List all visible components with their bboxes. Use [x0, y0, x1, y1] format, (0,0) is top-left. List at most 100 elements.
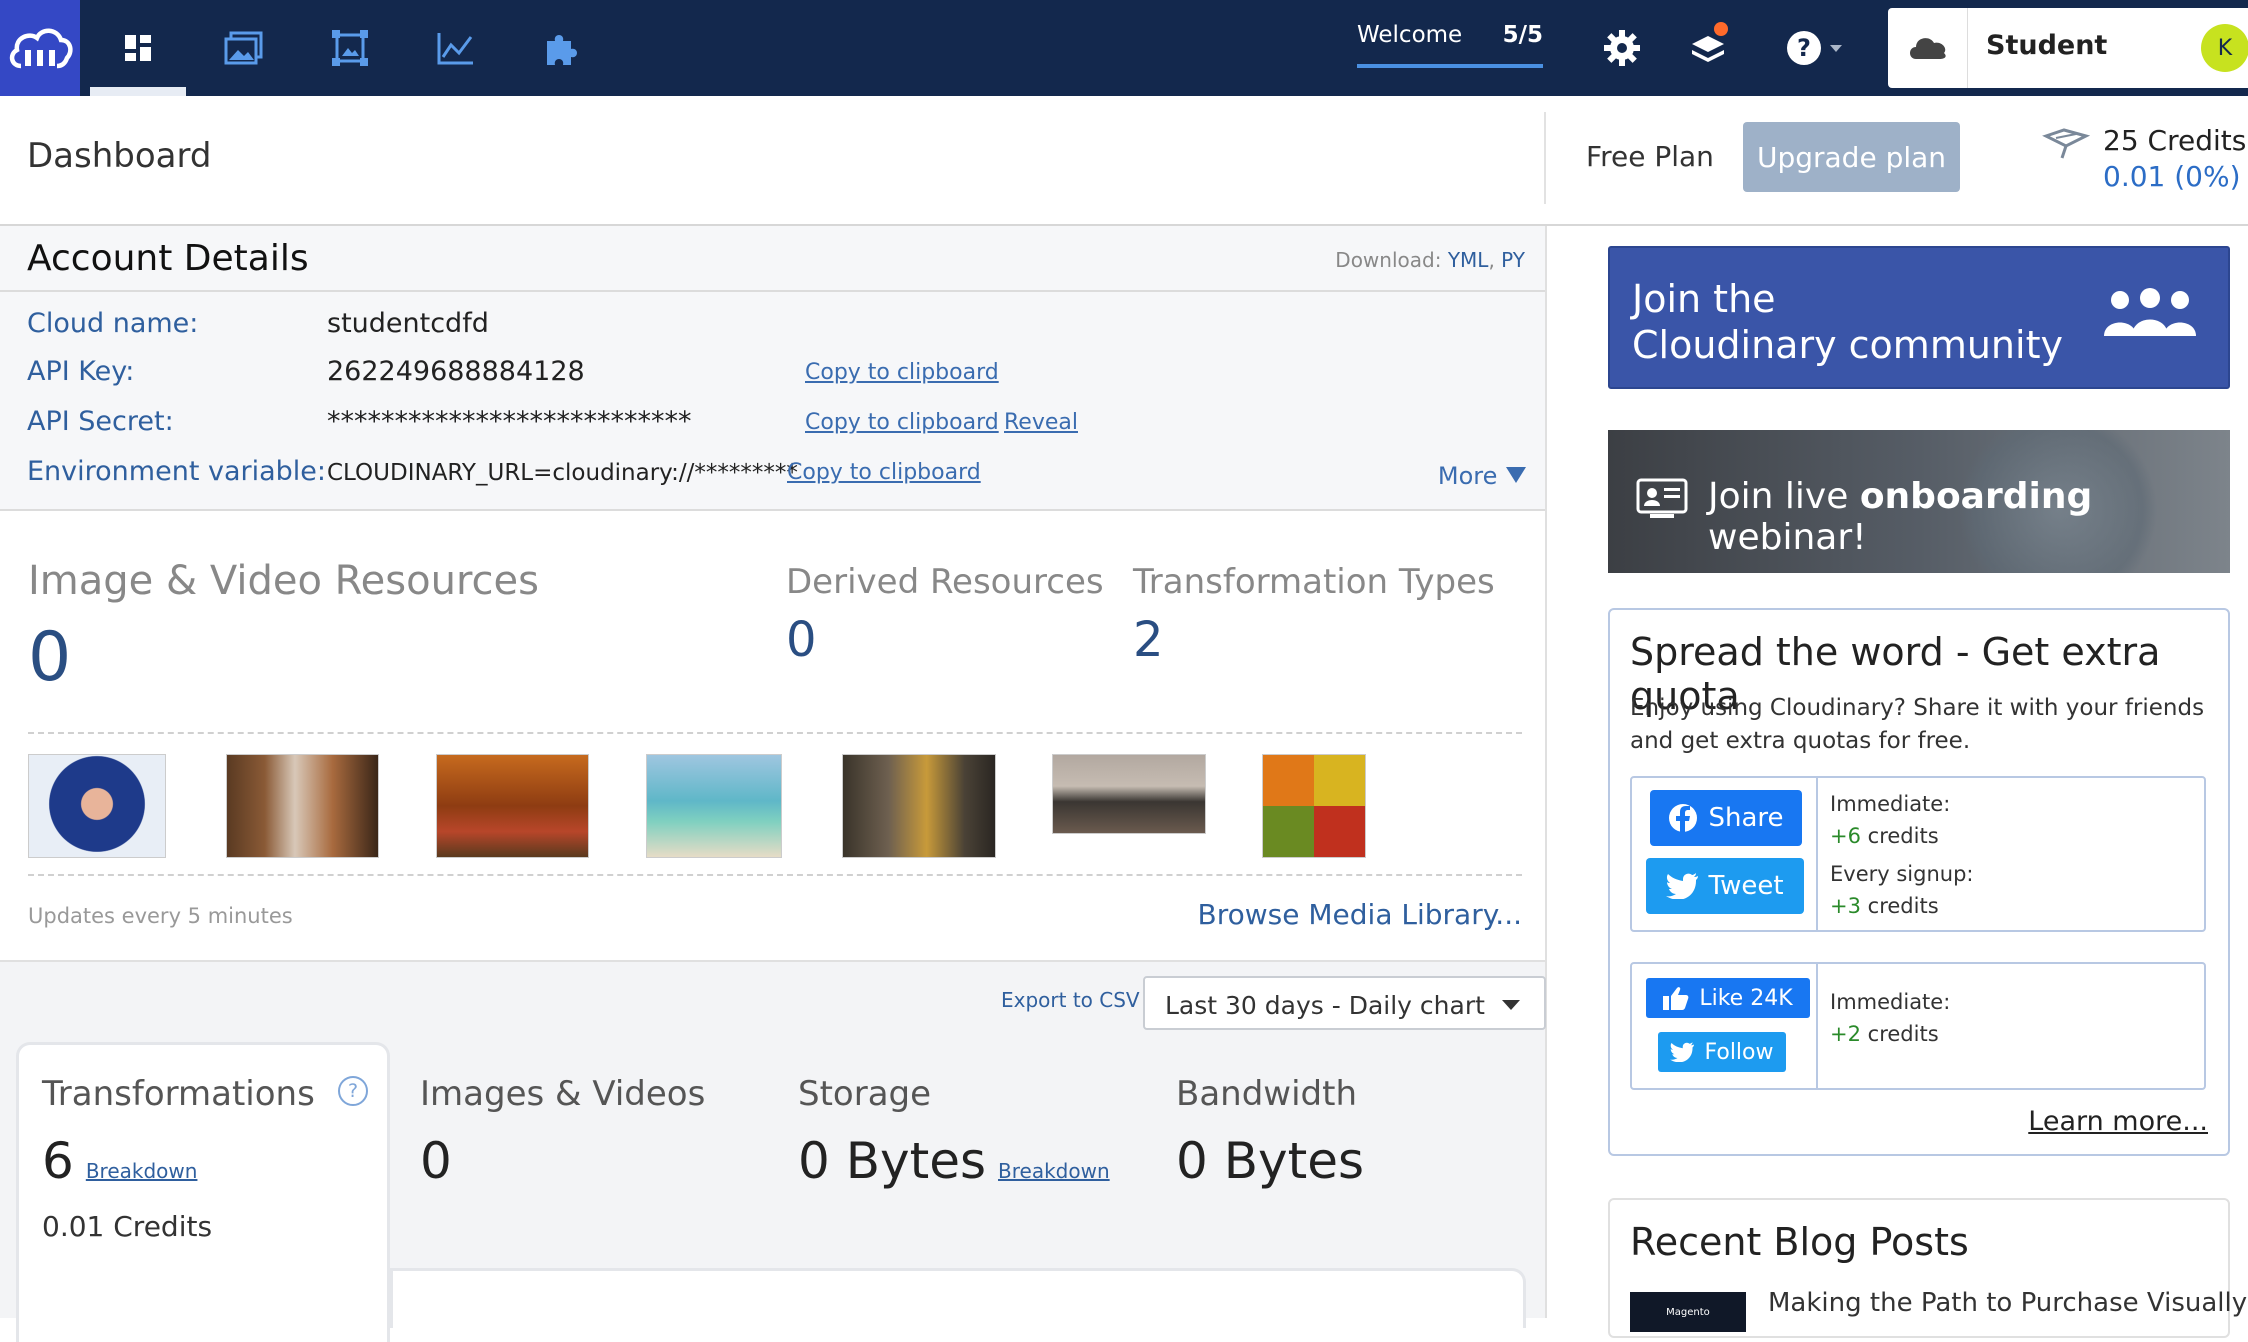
triangle-down-icon [1506, 467, 1526, 483]
browse-media-library-link[interactable]: Browse Media Library... [1198, 898, 1522, 931]
facebook-icon [1669, 804, 1698, 833]
facebook-like-button[interactable]: Like 24K [1646, 978, 1810, 1018]
updates-note: Updates every 5 minutes [28, 904, 293, 928]
credits-total: 25 Credits [2103, 124, 2247, 157]
storage-value: 0 Bytes [798, 1132, 987, 1190]
thumbnail-group-photo[interactable] [1052, 754, 1206, 834]
blog-post-thumbnail[interactable]: Magento [1630, 1292, 1746, 1332]
help-menu-button[interactable]: ? [1776, 20, 1856, 76]
derived-resources-count: 0 [786, 612, 817, 668]
export-csv-link[interactable]: Export to CSV [1001, 988, 1140, 1012]
media-library-icon [224, 31, 263, 65]
api-key-value: 262249688884128 [327, 356, 585, 387]
thumbnail-spices[interactable] [1262, 754, 1366, 858]
download-label: Download: [1335, 248, 1442, 272]
account-details-panel: Account Details Download: YML, PY Cloud … [0, 226, 1545, 511]
copy-api-secret-link[interactable]: Copy to clipboard [805, 410, 999, 435]
thumbnail-bicycle[interactable] [436, 754, 589, 858]
transformations-credits: 0.01 Credits [42, 1210, 213, 1243]
nav-media-library[interactable] [196, 0, 292, 96]
nav-reports[interactable] [408, 0, 504, 96]
help-icon: ? [1787, 31, 1842, 65]
welcome-progress[interactable]: Welcome 5/5 [1357, 22, 1543, 68]
svg-text:?: ? [1797, 34, 1811, 62]
images-videos-value: 0 [420, 1132, 452, 1190]
download-py-link[interactable]: PY [1501, 248, 1525, 272]
download-yml-link[interactable]: YML [1448, 248, 1489, 272]
header-divider [1544, 112, 1546, 204]
facebook-share-button[interactable]: Share [1650, 790, 1802, 846]
community-people-icon [2104, 288, 2196, 336]
upgrade-plan-button[interactable]: Upgrade plan [1743, 122, 1960, 192]
thumbnail-beach[interactable] [646, 754, 782, 858]
join-line-1: Join the [1632, 277, 1776, 321]
date-range-select[interactable]: Last 30 days - Daily chart [1143, 976, 1546, 1030]
reveal-secret-link[interactable]: Reveal [1004, 410, 1078, 435]
api-secret-label: API Secret: [27, 406, 174, 437]
account-switcher[interactable]: Student K [1888, 8, 2248, 88]
transformations-breakdown-link[interactable]: Breakdown [86, 1159, 198, 1183]
page-header: Dashboard Free Plan Upgrade plan 25 Cred… [0, 96, 2248, 226]
thumbnail-street-music[interactable] [842, 754, 996, 858]
copy-api-key-link[interactable]: Copy to clipboard [805, 360, 999, 385]
dashboard-icon [125, 35, 151, 61]
thumbnails-top-divider [28, 732, 1522, 734]
webinar-text-post: webinar! [1708, 517, 1867, 558]
share-box-divider [1816, 778, 1818, 930]
storage-stat[interactable]: Storage 0 Bytes Breakdown [798, 1074, 1110, 1190]
immediate-label-2: Immediate: [1830, 990, 1951, 1014]
api-secret-value: *************************** [327, 406, 692, 437]
images-videos-title: Images & Videos [420, 1074, 706, 1114]
thumbnail-dogs[interactable] [226, 754, 379, 858]
env-variable-value: CLOUDINARY_URL=cloudinary://********* [327, 460, 798, 486]
cloud-name-value: studentcdfd [327, 308, 489, 339]
storage-breakdown-link[interactable]: Breakdown [998, 1159, 1110, 1183]
nav-transformations[interactable] [302, 0, 398, 96]
thumbnails-bottom-divider [28, 874, 1522, 876]
help-circle-icon[interactable]: ? [338, 1076, 368, 1106]
settings-button[interactable] [1594, 20, 1650, 76]
resources-count: 0 [28, 618, 72, 697]
learn-more-link[interactable]: Learn more... [2028, 1106, 2208, 1137]
bandwidth-title: Bandwidth [1176, 1074, 1358, 1114]
account-details-divider [0, 290, 1545, 292]
page-title: Dashboard [27, 136, 212, 176]
cloud-icon [1888, 8, 1968, 88]
derived-resources-title: Derived Resources [786, 562, 1104, 602]
immediate-credits-word: credits [1867, 824, 1939, 848]
join-community-banner[interactable]: Join the Cloudinary community [1608, 246, 2230, 389]
bandwidth-value: 0 Bytes [1176, 1132, 1365, 1190]
twitter-follow-button[interactable]: Follow [1658, 1032, 1786, 1072]
images-videos-stat[interactable]: Images & Videos 0 [420, 1074, 705, 1190]
webinar-text: Join live onboarding webinar! [1708, 476, 2230, 558]
welcome-progress-bar [1357, 64, 1543, 68]
thumbnail-child-snow[interactable] [28, 754, 166, 858]
follow-label: Follow [1704, 1039, 1774, 1065]
thumbs-up-icon [1663, 987, 1689, 1010]
avatar[interactable]: K [2201, 24, 2248, 72]
cloudinary-logo-icon [9, 28, 73, 69]
reports-icon [437, 33, 473, 65]
caret-down-icon [1502, 1000, 1520, 1010]
blog-post-title[interactable]: Making the Path to Purchase Visually [1768, 1288, 2247, 1318]
transformations-stat: Transformations 6 Breakdown [42, 1074, 315, 1190]
like-label: Like 24K [1699, 985, 1793, 1011]
share-label: Share [1708, 803, 1784, 833]
nav-dashboard[interactable] [90, 0, 186, 96]
notification-dot [1714, 22, 1728, 36]
every-signup-label: Every signup: [1830, 862, 1974, 886]
notifications-button[interactable] [1680, 20, 1736, 76]
nav-addons[interactable] [514, 0, 610, 96]
tweet-button[interactable]: Tweet [1646, 858, 1804, 914]
onboarding-webinar-banner[interactable]: Join live onboarding webinar! [1608, 430, 2230, 573]
copy-env-link[interactable]: Copy to clipboard [787, 460, 981, 485]
transformations-title: Transformations [42, 1074, 315, 1114]
signup-credits-word: credits [1867, 894, 1939, 918]
cloudinary-logo[interactable] [0, 0, 80, 96]
bandwidth-stat[interactable]: Bandwidth 0 Bytes [1176, 1074, 1364, 1190]
addons-icon [547, 35, 577, 65]
env-variable-label: Environment variable: [27, 456, 327, 487]
more-toggle[interactable]: More [1438, 462, 1527, 490]
usage-panel: Export to CSV Last 30 days - Daily chart… [0, 960, 1546, 1342]
resources-title: Image & Video Resources [28, 558, 539, 604]
